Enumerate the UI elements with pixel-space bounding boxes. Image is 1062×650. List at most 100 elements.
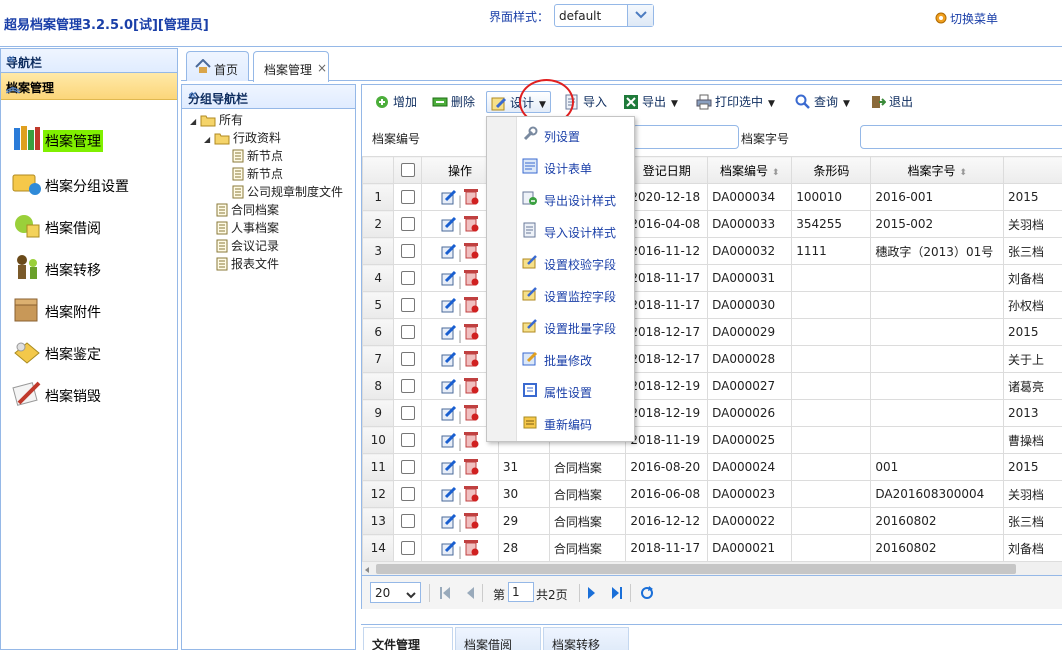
tab-home[interactable]: 首页 [186, 51, 249, 81]
header-code[interactable]: 档案编号 ⬍ [707, 156, 793, 184]
row-checkbox[interactable] [400, 541, 415, 556]
close-icon[interactable]: × [317, 61, 327, 75]
delete-row-icon[interactable] [463, 404, 479, 424]
menu-item[interactable]: 设置批量字段 [487, 310, 634, 342]
table-row[interactable]: 6 | 2018-12-17 DA000029 2015 [362, 318, 1062, 346]
menu-item[interactable]: 导出设计样式 [487, 182, 634, 214]
bottom-tab-transfer[interactable]: 档案转移 [543, 627, 629, 650]
edit-icon[interactable] [441, 513, 457, 532]
nav-item-destroy[interactable]: 档案销毁 [11, 377, 171, 409]
collapse-up-icon[interactable]: ︽ [6, 77, 169, 97]
header-barcode[interactable]: 条形码 [791, 156, 872, 184]
edit-icon[interactable] [441, 378, 457, 397]
page-size-select[interactable]: 20 [370, 582, 421, 603]
nav-item-borrow[interactable]: 档案借阅 [11, 209, 171, 241]
row-checkbox-cell[interactable] [393, 399, 423, 427]
nav-item-archive-management[interactable]: 档案管理 [11, 122, 171, 154]
style-select[interactable]: default [554, 4, 654, 27]
table-row[interactable]: 13 | 29 合同档案 2016-12-12 DA000022 20160802 张三档 [362, 507, 1062, 535]
row-checkbox[interactable] [400, 379, 415, 394]
row-checkbox-cell[interactable] [393, 183, 423, 211]
table-row[interactable]: 5 | 2018-11-17 DA000030 孙权档 [362, 291, 1062, 319]
row-checkbox-cell[interactable] [393, 534, 423, 562]
row-checkbox[interactable] [400, 460, 415, 475]
page-number-input[interactable]: 1 [508, 582, 534, 602]
edit-icon[interactable] [441, 540, 457, 559]
row-checkbox[interactable] [400, 217, 415, 232]
edit-icon[interactable] [441, 216, 457, 235]
scroll-left-arrow-icon[interactable] [362, 564, 372, 574]
delete-row-icon[interactable] [463, 323, 479, 343]
edit-icon[interactable] [441, 405, 457, 424]
query-button[interactable]: 查询 ▼ [795, 93, 850, 115]
select-all-checkbox[interactable] [400, 163, 415, 178]
delete-row-icon[interactable] [463, 242, 479, 262]
switch-menu-button[interactable]: 切换菜单 [934, 10, 998, 27]
menu-item[interactable]: 设计表单 [487, 150, 634, 182]
row-checkbox[interactable] [400, 487, 415, 502]
edit-icon[interactable] [441, 270, 457, 289]
first-page-icon[interactable] [440, 587, 450, 602]
tree-node[interactable]: 公司规章制度文件 [232, 183, 343, 201]
delete-row-icon[interactable] [463, 431, 479, 451]
export-button[interactable]: 导出 ▼ [623, 93, 678, 115]
menu-item[interactable]: 列设置 [487, 118, 634, 150]
expand-triangle-icon[interactable]: ◢ [204, 135, 214, 144]
delete-button[interactable]: 删除 [432, 93, 475, 115]
row-checkbox-cell[interactable] [393, 210, 423, 238]
menu-item[interactable]: 重新编码 [487, 406, 634, 438]
bottom-tab-files[interactable]: 文件管理 [363, 627, 453, 650]
table-row[interactable]: 11 | 31 合同档案 2016-08-20 DA000024 001 2015 [362, 453, 1062, 481]
row-checkbox[interactable] [400, 190, 415, 205]
delete-row-icon[interactable] [463, 458, 479, 478]
nav-item-transfer[interactable]: 档案转移 [11, 251, 171, 283]
next-page-icon[interactable] [588, 587, 596, 602]
row-checkbox-cell[interactable] [393, 237, 423, 265]
table-row[interactable]: 8 | 2018-12-19 DA000027 诸葛亮 [362, 372, 1062, 400]
table-row[interactable]: 9 | 2018-12-19 DA000026 2013 [362, 399, 1062, 427]
header-checkbox[interactable] [393, 156, 423, 184]
edit-icon[interactable] [441, 351, 457, 370]
row-checkbox-cell[interactable] [393, 345, 423, 373]
table-row[interactable]: 10 | 2018-11-19 DA000025 曹操档 [362, 426, 1062, 454]
row-checkbox-cell[interactable] [393, 372, 423, 400]
nav-section-header[interactable]: 档案管理 ︽ [1, 73, 177, 100]
tree-node[interactable]: 合同档案 [216, 201, 279, 219]
row-checkbox-cell[interactable] [393, 426, 423, 454]
table-row[interactable]: 12 | 30 合同档案 2016-06-08 DA000023 DA20160830000… [362, 480, 1062, 508]
delete-row-icon[interactable] [463, 512, 479, 532]
row-checkbox[interactable] [400, 298, 415, 313]
row-checkbox-cell[interactable] [393, 291, 423, 319]
delete-row-icon[interactable] [463, 296, 479, 316]
table-row[interactable]: 3 | 2016-11-12 DA000032 1111 穗政字（2013）01号 张三档 [362, 237, 1062, 265]
edit-icon[interactable] [441, 432, 457, 451]
tree-node[interactable]: 新节点 [232, 165, 283, 183]
prev-page-icon[interactable] [466, 587, 474, 602]
collapse-left-icon[interactable]: « [6, 51, 169, 67]
table-row[interactable]: 7 | 2018-12-17 DA000028 关于上 [362, 345, 1062, 373]
print-button[interactable]: 打印选中 ▼ [696, 93, 775, 115]
row-checkbox[interactable] [400, 433, 415, 448]
table-row[interactable]: 2 | 2016-04-08 DA000033 354255 2015-002 关羽档 [362, 210, 1062, 238]
last-page-icon[interactable] [612, 587, 622, 602]
menu-item[interactable]: 导入设计样式 [487, 214, 634, 246]
nav-item-attachments[interactable]: 档案附件 [11, 293, 171, 325]
tab-archive-management[interactable]: 档案管理 × [253, 51, 329, 82]
header-fileno[interactable]: 档案字号 ⬍ [870, 156, 1004, 184]
delete-row-icon[interactable] [463, 215, 479, 235]
row-checkbox-cell[interactable] [393, 453, 423, 481]
row-checkbox-cell[interactable] [393, 480, 423, 508]
tree-folder[interactable]: ◢ 行政资料 [204, 129, 281, 147]
tree-node[interactable]: 报表文件 [216, 255, 279, 273]
delete-row-icon[interactable] [463, 485, 479, 505]
exit-button[interactable]: 退出 [870, 93, 913, 115]
menu-item[interactable]: 批量修改 [487, 342, 634, 374]
row-checkbox[interactable] [400, 325, 415, 340]
table-row[interactable]: 1 | 2020-12-18 DA000034 100010 2016-001 2015 [362, 183, 1062, 211]
header-extra[interactable] [1002, 156, 1062, 184]
row-checkbox-cell[interactable] [393, 507, 423, 535]
chevron-down-icon[interactable] [627, 5, 653, 26]
add-button[interactable]: 增加 [374, 93, 417, 115]
delete-row-icon[interactable] [463, 188, 479, 208]
horizontal-scrollbar[interactable] [362, 561, 1062, 575]
